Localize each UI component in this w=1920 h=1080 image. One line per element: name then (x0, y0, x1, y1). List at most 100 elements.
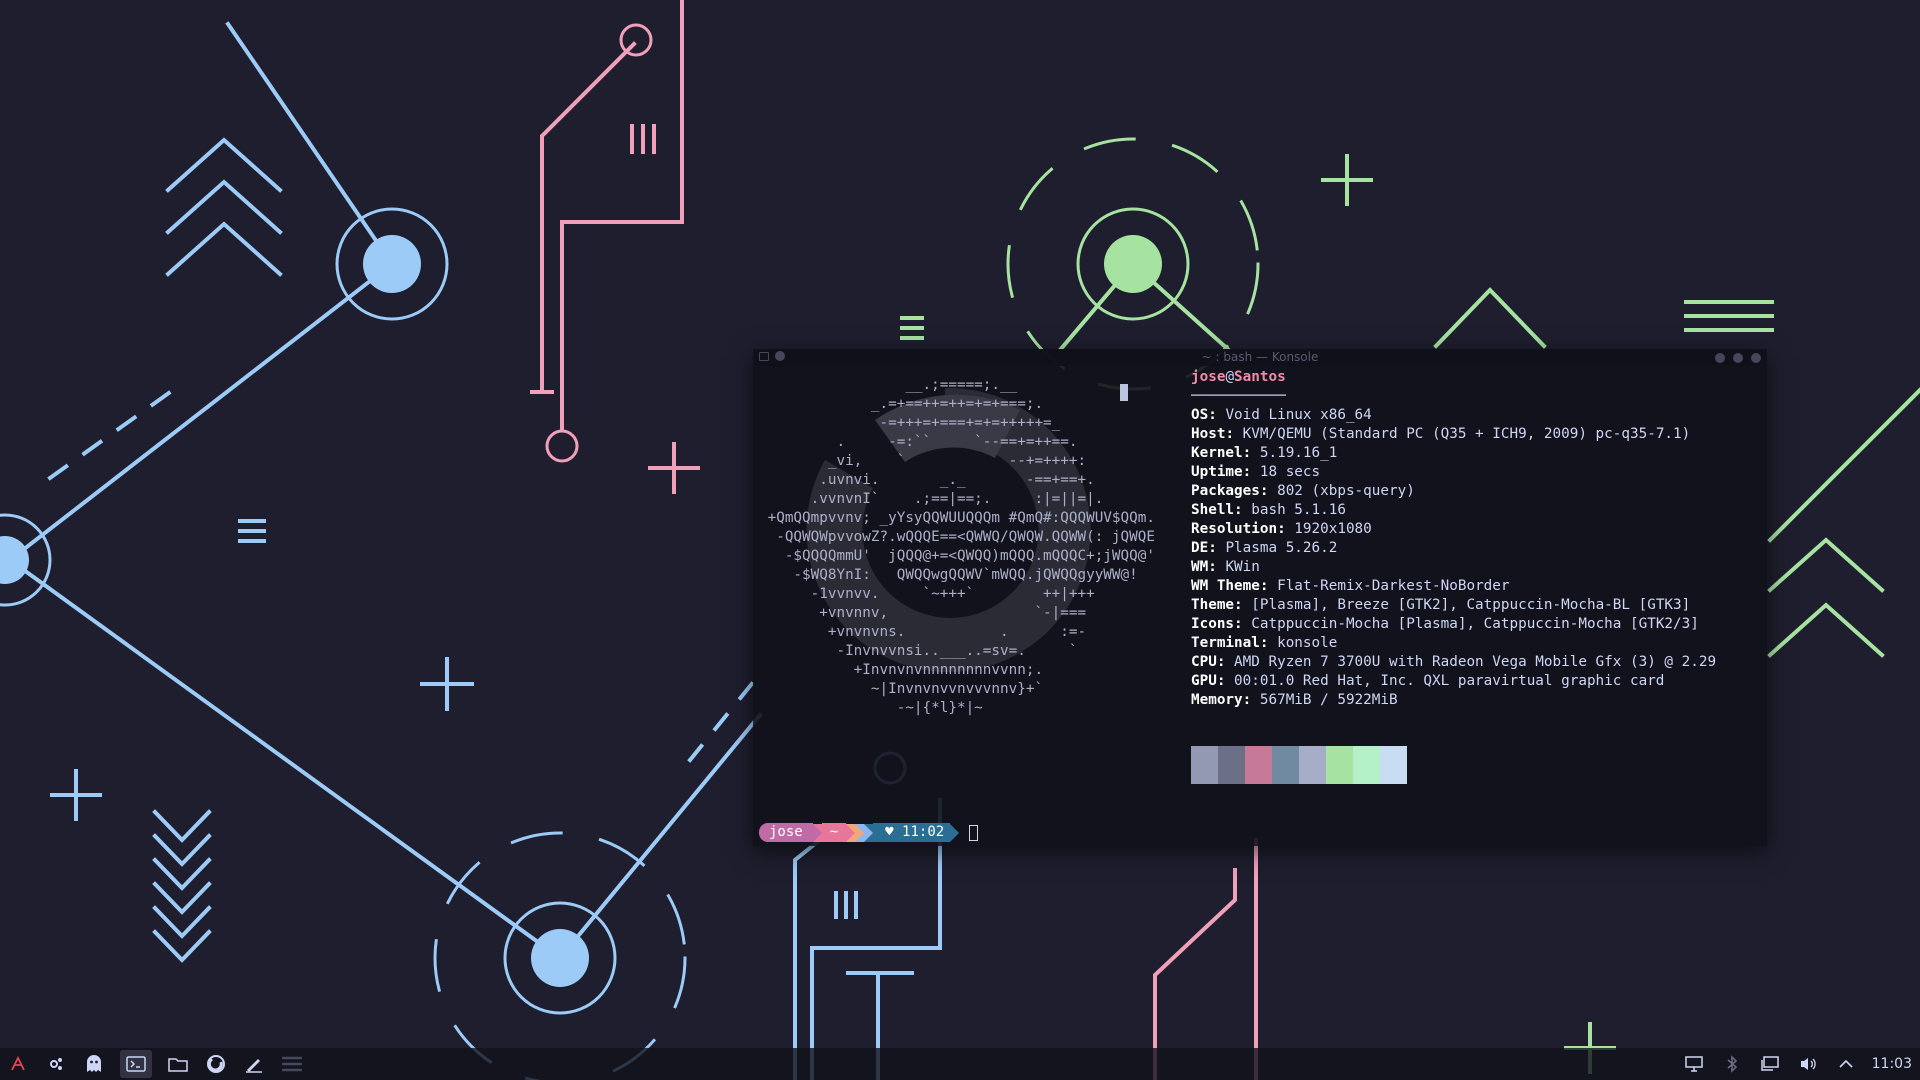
info-line: Shell: bash 5.1.16 (1191, 501, 1716, 520)
color-swatch (1191, 746, 1218, 784)
info-value: 00:01.0 Red Hat, Inc. QXL paravirtual gr… (1234, 673, 1665, 689)
taskbar: 11:03 (0, 1048, 1920, 1080)
info-line: WM Theme: Flat-Remix-Darkest-NoBorder (1191, 577, 1716, 596)
info-line: Terminal: konsole (1191, 634, 1716, 653)
menu-icon[interactable] (280, 1052, 304, 1076)
info-colon: : (1208, 559, 1226, 575)
info-value: Plasma 5.26.2 (1225, 540, 1338, 556)
info-line: Icons: Catppuccin-Mocha [Plasma], Catppu… (1191, 615, 1716, 634)
info-colon: : (1259, 483, 1278, 499)
prompt-dir: ~ (821, 823, 847, 842)
info-line: OS: Void Linux x86_64 (1191, 406, 1716, 425)
fetch-user: jose (1191, 369, 1226, 385)
info-key: Packages (1191, 483, 1260, 499)
settings-icon[interactable] (44, 1052, 68, 1076)
terminal-icon[interactable] (120, 1050, 152, 1078)
cursor-artifact (1120, 384, 1128, 401)
pin-button[interactable] (775, 351, 785, 361)
close-button[interactable] (1751, 353, 1761, 363)
info-line: GPU: 00:01.0 Red Hat, Inc. QXL paravirtu… (1191, 672, 1716, 691)
info-value: Flat-Remix-Darkest-NoBorder (1277, 578, 1510, 594)
prompt-separator (950, 823, 960, 842)
info-value: 1920x1080 (1294, 521, 1372, 537)
terminal-area[interactable]: __.;=====;.__ _.=+==++=++=+=+===;. -=+++… (753, 366, 1767, 846)
prompt-separator (864, 823, 874, 842)
system-info: jose@Santos ─────────── OS: Void Linux x… (1191, 368, 1716, 710)
color-swatch (1245, 746, 1272, 784)
folder-icon[interactable] (166, 1052, 190, 1076)
display-icon[interactable] (1682, 1052, 1706, 1076)
shell-prompt: jose ~ ♥ 11:02 (759, 823, 979, 842)
info-colon: : (1234, 502, 1252, 518)
firefox-icon[interactable] (204, 1052, 228, 1076)
info-line: CPU: AMD Ryzen 7 3700U with Radeon Vega … (1191, 653, 1716, 672)
info-key: WM (1191, 559, 1209, 575)
volume-icon[interactable] (1796, 1052, 1820, 1076)
info-key: Terminal (1191, 635, 1260, 651)
minimize-button[interactable] (1715, 353, 1725, 363)
maximize-button[interactable] (1733, 353, 1743, 363)
window-titlebar[interactable]: ~ : bash — Konsole (753, 349, 1767, 366)
color-swatch (1353, 746, 1380, 784)
ascii-logo: __.;=====;.__ _.=+==++=++=+=+===;. -=+++… (767, 377, 1155, 716)
info-colon: : (1234, 616, 1252, 632)
fetch-at: @ (1225, 369, 1235, 385)
info-value: Void Linux x86_64 (1225, 407, 1372, 423)
konsole-window[interactable]: ~ : bash — Konsole __.;=====;.__ _.=+==+… (753, 349, 1767, 846)
terminal-cursor (969, 824, 979, 841)
info-value: AMD Ryzen 7 3700U with Radeon Vega Mobil… (1234, 654, 1717, 670)
window-menu-icon[interactable] (759, 351, 769, 361)
color-swatch (1326, 746, 1353, 784)
bluetooth-icon[interactable] (1720, 1052, 1744, 1076)
heart-icon: ♥ (885, 824, 894, 840)
info-value: KVM/QEMU (Standard PC (Q35 + ICH9, 2009)… (1242, 426, 1691, 442)
text-editor-icon[interactable] (242, 1052, 266, 1076)
info-value: 567MiB / 5922MiB (1259, 692, 1398, 708)
info-key: Shell (1191, 502, 1235, 518)
prompt-time-value: 11:02 (902, 824, 945, 840)
info-value: KWin (1225, 559, 1260, 575)
color-swatch (1272, 746, 1299, 784)
ghost-icon[interactable] (82, 1052, 106, 1076)
info-value: 802 (xbps-query) (1277, 483, 1415, 499)
fetch-host: Santos (1234, 369, 1286, 385)
prompt-separator (812, 823, 822, 842)
info-colon: : (1208, 540, 1226, 556)
color-swatch (1218, 746, 1245, 784)
info-colon: : (1216, 673, 1235, 689)
info-colon: : (1242, 692, 1260, 708)
info-colon: : (1242, 464, 1260, 480)
user-host: jose@Santos (1191, 368, 1716, 387)
info-key: WM Theme (1191, 578, 1260, 594)
clock[interactable]: 11:03 (1872, 1056, 1912, 1072)
chevron-up-icon[interactable] (1834, 1052, 1858, 1076)
info-line: Memory: 567MiB / 5922MiB (1191, 691, 1716, 710)
info-line: Uptime: 18 secs (1191, 463, 1716, 482)
info-key: Uptime (1191, 464, 1243, 480)
info-value: 5.19.16_1 (1259, 445, 1338, 461)
info-key: Icons (1191, 616, 1235, 632)
info-key: Theme (1191, 597, 1235, 613)
info-colon: : (1242, 445, 1260, 461)
window-title: ~ : bash — Konsole (1201, 350, 1319, 364)
info-colon: : (1208, 407, 1226, 423)
info-key: Memory (1191, 692, 1243, 708)
info-colon: : (1234, 597, 1252, 613)
info-line: Packages: 802 (xbps-query) (1191, 482, 1716, 501)
info-colon: : (1216, 654, 1235, 670)
info-line: Resolution: 1920x1080 (1191, 520, 1716, 539)
info-value: 18 secs (1259, 464, 1321, 480)
prompt-time: ♥ 11:02 (873, 823, 951, 842)
info-value: konsole (1277, 635, 1338, 651)
network-icon[interactable] (1758, 1052, 1782, 1076)
info-colon: : (1259, 578, 1278, 594)
info-lines: OS: Void Linux x86_64 Host: KVM/QEMU (Sta… (1191, 406, 1716, 710)
info-colon: : (1259, 635, 1278, 651)
info-key: Kernel (1191, 445, 1243, 461)
info-key: Resolution (1191, 521, 1278, 537)
prompt-separator (846, 823, 856, 842)
info-line: Kernel: 5.19.16_1 (1191, 444, 1716, 463)
app-launcher-icon[interactable] (6, 1052, 30, 1076)
info-key: GPU (1191, 673, 1217, 689)
info-key: CPU (1191, 654, 1217, 670)
